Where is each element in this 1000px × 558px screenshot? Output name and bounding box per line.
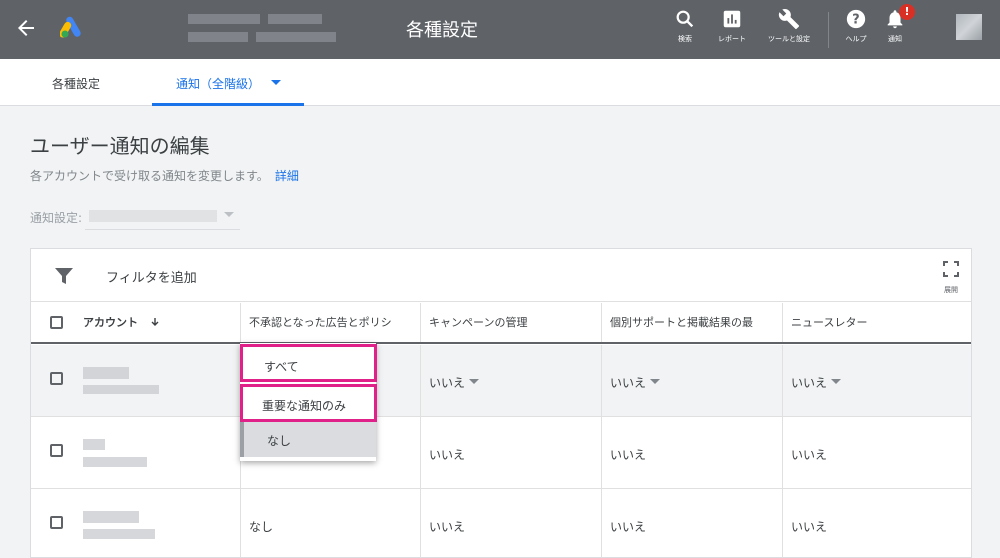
notification-badge: ! <box>899 4 915 20</box>
cell-value: いいえ <box>610 376 647 390</box>
notify-setting-value-redacted <box>89 210 217 222</box>
help-button[interactable]: ? ヘルプ <box>842 8 870 44</box>
account-id-redacted <box>83 529 155 539</box>
description-text: 各アカウントで受け取る通知を変更します。 <box>30 169 269 183</box>
highlight-box-important-only <box>240 384 377 422</box>
help-icon: ? <box>846 9 866 29</box>
report-button[interactable]: レポート <box>712 8 752 44</box>
newsletter-cell[interactable]: いいえ <box>782 489 971 557</box>
cell-value: いいえ <box>429 520 466 534</box>
search-icon <box>676 10 694 28</box>
select-all-checkbox[interactable] <box>50 316 63 329</box>
cell-value: いいえ <box>791 376 828 390</box>
column-header-disapproved-ads[interactable]: 不承認となった広告とポリシ <box>240 303 420 342</box>
row-checkbox[interactable] <box>50 516 63 529</box>
toolbar-divider <box>828 12 829 48</box>
filter-bar: フィルタを追加 展開 <box>31 249 971 302</box>
back-arrow-icon[interactable] <box>14 16 38 40</box>
cell-value: いいえ <box>610 520 647 534</box>
add-filter-button[interactable]: フィルタを追加 <box>106 267 197 286</box>
personal-support-cell[interactable]: いいえ <box>601 489 782 557</box>
account-id-redacted <box>83 385 159 394</box>
account-name-redacted <box>83 511 139 523</box>
expand-button[interactable]: 展開 <box>943 261 959 295</box>
newsletter-cell[interactable]: いいえ <box>782 345 971 417</box>
notifications-label: 通知 <box>888 35 902 43</box>
google-ads-logo-icon[interactable] <box>60 15 86 39</box>
column-header-account-label: アカウント <box>83 316 138 329</box>
chevron-down-icon[interactable] <box>469 379 479 384</box>
highlight-box-all <box>240 344 377 382</box>
notify-setting-label: 通知設定: <box>30 211 83 225</box>
account-name-redacted <box>268 14 322 24</box>
table-row: いいえ いいえ いいえ <box>31 417 971 489</box>
newsletter-cell[interactable]: いいえ <box>782 417 971 489</box>
column-header-personal-support[interactable]: 個別サポートと掲載結果の最 <box>601 303 782 342</box>
notify-select-caret-icon[interactable] <box>224 212 234 217</box>
table-header: アカウント 不承認となった広告とポリシ キャンペーンの管理 個別サポートと掲載結… <box>31 303 971 344</box>
campaign-management-cell[interactable]: いいえ <box>420 489 601 557</box>
column-header-newsletter[interactable]: ニュースレター <box>782 303 971 342</box>
search-button[interactable]: 検索 <box>671 8 699 44</box>
top-app-bar: 各種設定 検索 レポート ツールと設定 ? ヘルプ 通知 ! <box>0 0 1000 59</box>
personal-support-cell[interactable]: いいえ <box>601 345 782 417</box>
account-name-redacted <box>188 14 260 24</box>
details-link[interactable]: 詳細 <box>275 169 299 183</box>
tab-settings[interactable]: 各種設定 <box>52 75 100 92</box>
notifications-table-panel: フィルタを追加 展開 アカウント 不承認となった広告とポリシ キャンペーンの管理… <box>30 248 972 558</box>
chevron-down-icon[interactable] <box>831 379 841 384</box>
wrench-icon <box>778 9 800 30</box>
cell-value: いいえ <box>429 376 466 390</box>
help-label: ヘルプ <box>845 35 867 43</box>
svg-text:?: ? <box>852 13 859 28</box>
fullscreen-icon <box>943 261 959 277</box>
tab-notifications[interactable]: 通知（全階級） <box>176 75 260 92</box>
cell-value: いいえ <box>610 448 647 462</box>
report-label: レポート <box>718 35 746 43</box>
selected-indicator <box>240 421 244 457</box>
expand-label: 展開 <box>944 286 958 294</box>
table-row: なし いいえ いいえ いいえ <box>31 489 971 557</box>
page-title: 各種設定 <box>406 20 478 41</box>
notify-setting-select[interactable] <box>85 206 240 230</box>
section-description: 各アカウントで受け取る通知を変更します。 詳細 <box>30 167 299 184</box>
disapproved-ads-cell[interactable]: なし <box>240 489 420 557</box>
active-tab-indicator <box>152 103 304 106</box>
option-label: なし <box>267 434 292 448</box>
table-row: いいえ いいえ いいえ <box>31 345 971 417</box>
column-header-campaign-management[interactable]: キャンペーンの管理 <box>420 303 601 342</box>
tools-settings-label: ツールと設定 <box>768 35 810 43</box>
tools-settings-button[interactable]: ツールと設定 <box>764 8 814 44</box>
personal-support-cell[interactable]: いいえ <box>601 417 782 489</box>
column-header-account[interactable]: アカウント <box>75 303 239 342</box>
section-heading: ユーザー通知の編集 <box>30 134 210 158</box>
chevron-down-icon[interactable] <box>650 379 660 384</box>
search-label: 検索 <box>678 35 692 43</box>
row-checkbox[interactable] <box>50 444 63 457</box>
filter-icon[interactable] <box>55 268 73 284</box>
campaign-management-cell[interactable]: いいえ <box>420 345 601 417</box>
report-icon <box>723 10 741 28</box>
option-none-selected[interactable]: なし <box>240 421 376 457</box>
cell-value: いいえ <box>791 448 828 462</box>
campaign-management-cell[interactable]: いいえ <box>420 417 601 489</box>
cell-value: いいえ <box>791 520 828 534</box>
tab-dropdown-caret-icon[interactable] <box>271 80 281 85</box>
cell-value: なし <box>249 520 274 534</box>
account-name-redacted <box>83 439 105 450</box>
account-id-redacted <box>83 457 147 467</box>
account-name-redacted <box>83 367 129 379</box>
row-checkbox[interactable] <box>50 372 63 385</box>
account-id-redacted <box>188 32 248 42</box>
tab-bar: 各種設定 通知（全階級） <box>0 59 1000 106</box>
cell-value: いいえ <box>429 448 466 462</box>
sort-arrow-down-icon[interactable] <box>150 317 160 327</box>
avatar[interactable] <box>956 14 982 40</box>
account-id-redacted <box>256 32 336 42</box>
